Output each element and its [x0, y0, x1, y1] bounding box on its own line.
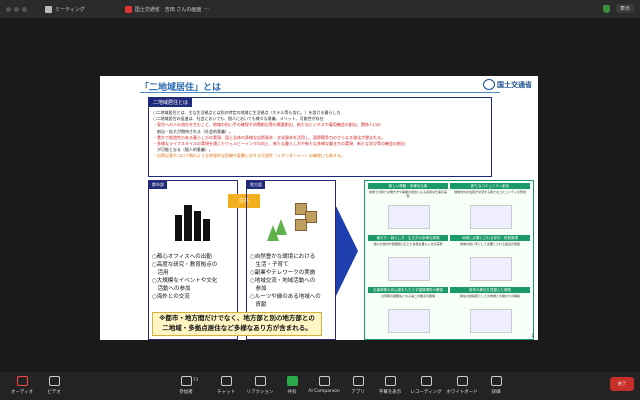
- captions-button[interactable]: 字幕を表示: [370, 376, 410, 395]
- meeting-tab[interactable]: ミーティング: [45, 5, 85, 13]
- benefit-cell: 新しい移動・多様な仕事 地域での新たな働き方や事業の創出による多様な仕事の実現: [368, 183, 448, 233]
- page-number: 1: [531, 333, 534, 338]
- share-indicator-icon: [124, 5, 132, 13]
- apps-label: アプリ: [351, 390, 365, 395]
- benefit-cell: 地域に必要とされる存在・役割実現 地域の担い手として必要とされる役割の発揮: [450, 235, 530, 285]
- trees-fields-icon: [267, 201, 317, 241]
- audio-label: オーディオ: [10, 390, 34, 395]
- illustration-icon: [388, 309, 430, 333]
- rural-heading: 地方部: [247, 181, 265, 189]
- more-dots-icon[interactable]: ⋯: [204, 6, 209, 12]
- reactions-label: リアクション: [246, 390, 274, 395]
- benefit-cell: 災害時等の安心感をもたらす避難場所の確保 災害時の避難先となる第二の拠点の確保: [368, 287, 448, 337]
- chat-label: チャット: [217, 390, 235, 395]
- more-icon: [490, 376, 502, 386]
- illustration-icon: [470, 309, 512, 333]
- definition-heading: 二地域居住とは: [149, 98, 193, 107]
- rural-item: 参加: [250, 286, 267, 292]
- security-shield-icon[interactable]: [602, 4, 610, 13]
- video-button[interactable]: ビデオ: [34, 376, 74, 395]
- illustration-icon: [388, 257, 430, 281]
- urban-item: 活動への参加: [152, 286, 191, 292]
- mlit-logo-icon: [483, 79, 495, 90]
- whiteboard-icon: [456, 376, 468, 386]
- view-button[interactable]: 表示: [615, 4, 634, 13]
- definition-line: ・自然災害やコロナ禍のような突発的な危機や変動に対する冗長性（リダンダンシー）の…: [153, 153, 345, 159]
- sparkle-icon: [318, 376, 330, 386]
- apps-icon: [352, 376, 364, 386]
- heart-icon: [254, 376, 266, 386]
- rural-item: ○副業やテレワークの実施: [250, 270, 316, 276]
- rural-item: 貢献: [250, 302, 267, 308]
- buildings-icon: [175, 201, 211, 241]
- benefit-cell: 新たなコミュニティ創出 地域内外の住民が交流する新たなコミュニティの形成: [450, 183, 530, 233]
- mlit-logo: 国土交通省: [483, 79, 532, 90]
- slide-title: 「二地域居住」とは: [140, 80, 500, 93]
- urban-item: ○大規模なイベントや文化: [152, 278, 218, 284]
- benefit-heading: 災害時等の安心感をもたらす避難場所の確保: [368, 287, 448, 293]
- benefit-heading: 働き方・暮らし方・生き方の多様な実現: [368, 235, 448, 241]
- whiteboard-label: ホワイトボード: [446, 390, 478, 395]
- benefit-text: 災害時の避難先となる第二の拠点の確保: [381, 294, 435, 298]
- participants-button[interactable]: 73 参加者: [166, 376, 206, 395]
- note-line: 二地域・多拠点居住など多様なあり方が含まれる。: [162, 324, 312, 332]
- benefit-text: 地域内外の住民が交流する新たなコミュニティの形成: [454, 190, 526, 194]
- note-banner: ※都市・地方間だけでなく、地方部と別の地方部との 二地域・多拠点居住など多様なあ…: [152, 312, 322, 336]
- rural-item: ○地域交流・地域活動への: [250, 278, 316, 284]
- shared-screen-area: 「二地域居住」とは 国土交通省 二地域居住とは ○二地域居住とは、主な生活拠点と…: [0, 18, 640, 372]
- shared-slide: 「二地域居住」とは 国土交通省 二地域居住とは ○二地域居住とは、主な生活拠点と…: [100, 76, 538, 340]
- note-line: ※都市・地方間だけでなく、地方部と別の地方部との: [159, 314, 315, 322]
- ai-companion-label: AI Companion: [308, 389, 340, 394]
- share-tab[interactable]: 国土交通省 吉田 さんの画面 ⋯: [124, 5, 209, 13]
- urban-item: 活用: [152, 270, 169, 276]
- rural-item: ○ルーツや縁のある地域への: [250, 294, 321, 300]
- participant-count: 73: [192, 377, 198, 382]
- urban-item: ○海外との交流: [152, 294, 190, 300]
- record-label: レコーディング: [410, 390, 442, 395]
- benefit-cell: 働き方・暮らし方・生き方の多様な実現 個人の志向や価値観に応じた多様な暮らし方の…: [368, 235, 448, 285]
- participants-icon: [180, 376, 192, 386]
- participants-label: 参加者: [179, 390, 193, 395]
- rural-item: 生活・子育て: [250, 262, 289, 268]
- illustration-icon: [470, 205, 512, 229]
- benefit-cell: 将来の移住を見据えた実践 移住の前段階としての地域との関わりの構築: [450, 287, 530, 337]
- illustration-icon: [470, 257, 512, 281]
- camera-icon: [48, 376, 60, 386]
- window-controls[interactable]: [6, 6, 27, 12]
- end-meeting-button[interactable]: 終了: [610, 377, 634, 391]
- urban-item: ○都心オフィスへの出勤: [152, 254, 212, 260]
- share-screen-icon: [286, 376, 298, 386]
- benefit-text: 個人の志向や価値観に応じた多様な暮らし方の実現: [373, 242, 443, 246]
- meeting-tab-label: ミーティング: [55, 6, 85, 13]
- record-icon: [420, 376, 432, 386]
- benefit-text: 地域の担い手として必要とされる役割の発揮: [460, 242, 520, 246]
- share-label: 共有: [287, 390, 297, 395]
- benefits-grid: 新しい移動・多様な仕事 地域での新たな働き方や事業の創出による多様な仕事の実現 …: [364, 180, 534, 340]
- record-button[interactable]: レコーディング: [406, 376, 446, 395]
- definition-box: 二地域居住とは ○二地域居住とは、主な生活拠点とは別の特定の地域に生活拠点（ホテ…: [148, 97, 492, 177]
- zoom-logo-icon: [45, 5, 52, 13]
- meeting-toolbar: オーディオ ビデオ 73 参加者 チャット リアクション 共有 AI Compa…: [0, 372, 640, 400]
- minimize-window-icon[interactable]: [14, 6, 19, 12]
- right-arrow-icon: [336, 206, 358, 296]
- benefit-text: 地域での新たな働き方や事業の創出による多様な仕事の実現: [369, 190, 447, 198]
- captions-icon: [384, 376, 396, 386]
- more-label: 詳細: [491, 390, 501, 395]
- benefit-text: 移住の前段階としての地域との関わりの構築: [460, 294, 520, 298]
- urban-item: ○高度な研究・教育拠点の: [152, 262, 218, 268]
- logo-text: 国土交通省: [497, 80, 532, 89]
- illustration-icon: [388, 205, 430, 229]
- captions-label: 字幕を表示: [378, 390, 402, 395]
- close-window-icon[interactable]: [6, 6, 11, 12]
- chat-icon: [220, 376, 232, 386]
- microphone-muted-icon: [16, 376, 28, 386]
- maximize-window-icon[interactable]: [22, 6, 27, 12]
- rural-item: ○自然豊かな環境における: [250, 254, 316, 260]
- share-tab-label: 国土交通省 吉田 さんの画面: [134, 6, 202, 13]
- video-label: ビデオ: [47, 390, 61, 395]
- title-bar: ミーティング 国土交通省 吉田 さんの画面 ⋯ 表示: [0, 0, 640, 18]
- more-button[interactable]: 詳細: [476, 376, 516, 395]
- urban-heading: 都市部: [149, 181, 167, 189]
